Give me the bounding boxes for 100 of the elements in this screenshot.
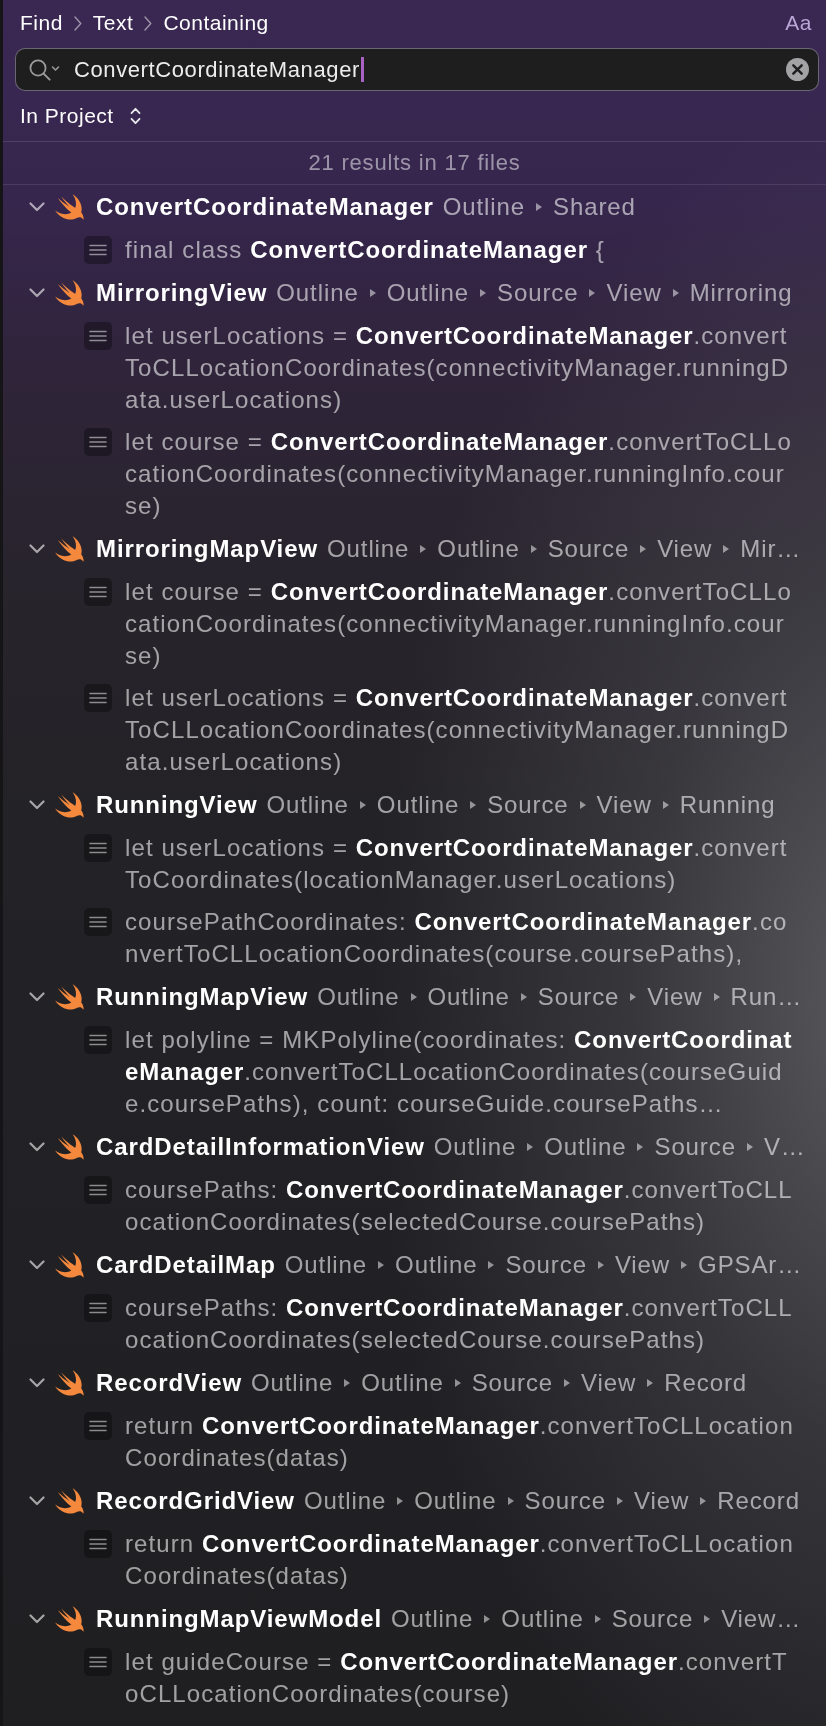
text-lines-icon — [84, 1294, 112, 1322]
triangle-right-icon — [713, 993, 720, 1001]
match-snippet[interactable]: coursePaths: ConvertCoordinateManager.convertToCLLocationCoordinates(selectedCourse.coursePaths) — [125, 1292, 796, 1356]
file-name[interactable]: MirroringMapView — [96, 533, 318, 565]
chevron-right-icon — [73, 15, 82, 31]
match-snippet[interactable]: let userLocations = ConvertCoordinateManager.convertToCLLocationCoordinates(connectivityManager.runningData.userLocations) — [125, 682, 796, 778]
path-label: Outline — [501, 1604, 584, 1634]
chevron-down-icon[interactable] — [29, 1142, 45, 1152]
triangle-right-icon — [617, 1497, 624, 1505]
triangle-right-icon — [662, 801, 669, 809]
path-label: Outline — [391, 1604, 474, 1634]
path-label: Mir… — [740, 534, 802, 564]
breadcrumb-item[interactable]: Text — [92, 10, 134, 36]
path-label: Outline — [250, 1368, 334, 1398]
chevron-down-icon[interactable] — [29, 1260, 45, 1270]
search-icon[interactable] — [29, 58, 60, 81]
path-label: Run… — [730, 982, 803, 1012]
path-label: Mirroring — [689, 278, 793, 308]
path-label: Running — [679, 790, 776, 820]
bird-icon — [55, 536, 84, 562]
path-label: Record — [664, 1368, 748, 1398]
triangle-right-icon — [672, 289, 679, 297]
match-case-button[interactable]: Aa — [785, 10, 812, 36]
text-lines-icon — [84, 1648, 112, 1676]
path-label: Outline — [276, 278, 359, 308]
breadcrumb-item[interactable]: Containing — [163, 10, 269, 36]
file-name[interactable]: RunningMapViewModel — [96, 1603, 382, 1635]
path-label: Source — [471, 1368, 554, 1398]
up-down-chevron-icon — [129, 107, 141, 125]
breadcrumb-item[interactable]: Find — [20, 10, 63, 36]
match-snippet[interactable]: let guideCourse = ConvertCoordinateManager.convertToCLLocationCoordinates(course) — [125, 1646, 796, 1710]
match-snippet[interactable]: final class ConvertCoordinateManager { — [125, 234, 796, 266]
file-name[interactable]: MirroringView — [96, 277, 268, 309]
text-lines-icon — [84, 1530, 112, 1558]
match-snippet[interactable]: return ConvertCoordinateManager.convertToCLLocationCoordinates(datas) — [125, 1410, 796, 1474]
file-name[interactable]: CardDetailMap — [96, 1249, 276, 1281]
chevron-down-icon[interactable] — [29, 202, 45, 212]
path-label: Outline — [395, 1250, 478, 1280]
chevron-down-icon[interactable] — [29, 992, 45, 1002]
path-label: View — [647, 982, 703, 1012]
file-name[interactable]: RunningView — [96, 789, 258, 821]
chevron-down-icon[interactable] — [29, 1614, 45, 1624]
file-name[interactable]: RunningMapView — [96, 981, 309, 1013]
file-name[interactable]: RecordGridView — [96, 1485, 295, 1517]
bird-icon — [55, 1606, 84, 1632]
file-name[interactable]: ConvertCoordinateManager — [96, 191, 434, 223]
bird-icon — [55, 194, 84, 220]
search-field[interactable]: ConvertCoordinateManager — [15, 48, 819, 91]
match-snippet[interactable]: let course = ConvertCoordinateManager.convertToCLLocationCoordinates(connectivityManager.runningInfo.course) — [125, 576, 796, 672]
chevron-down-icon[interactable] — [29, 1378, 45, 1388]
triangle-right-icon — [470, 801, 477, 809]
triangle-right-icon — [527, 1143, 534, 1151]
match-snippet[interactable]: let course = ConvertCoordinateManager.convertToCLLocationCoordinates(connectivityManager.runningInfo.course) — [125, 426, 796, 522]
scope-popup-button[interactable]: In Project — [20, 104, 141, 128]
triangle-right-icon — [536, 203, 542, 211]
path-label: Outline — [361, 1368, 444, 1398]
path-label: Source — [547, 534, 630, 564]
chevron-down-icon[interactable] — [29, 800, 45, 810]
match-snippet[interactable]: let userLocations = ConvertCoordinateManager.convertToCoordinates(locationManager.userLocations) — [125, 832, 796, 896]
path-label: Outline — [317, 982, 400, 1012]
triangle-right-icon — [723, 545, 730, 553]
path-label: Source — [505, 1250, 587, 1280]
path-label: GPSAr… — [698, 1250, 803, 1280]
match-snippet[interactable]: return ConvertCoordinateManager.convertToCLLocationCoordinates(datas) — [125, 1528, 796, 1592]
match-snippet[interactable]: coursePathCoordinates: ConvertCoordinateManager.convertToCLLocationCoordinates(course.coursePaths), — [125, 906, 796, 970]
triangle-right-icon — [637, 1143, 644, 1151]
path-label: View — [657, 534, 713, 564]
triangle-right-icon — [746, 1143, 753, 1151]
triangle-right-icon — [579, 801, 586, 809]
text-lines-icon — [84, 1026, 112, 1054]
text-lines-icon — [84, 428, 112, 456]
path-label: Outline — [433, 1132, 517, 1162]
path-label: View… — [721, 1604, 802, 1634]
triangle-right-icon — [480, 289, 486, 297]
match-snippet[interactable]: coursePaths: ConvertCoordinateManager.convertToCLLocationCoordinates(selectedCourse.coursePaths) — [125, 1174, 796, 1238]
text-lines-icon — [84, 578, 112, 606]
triangle-right-icon — [564, 1379, 571, 1387]
file-name[interactable]: RecordView — [96, 1367, 242, 1399]
triangle-right-icon — [454, 1379, 461, 1387]
triangle-right-icon — [369, 289, 376, 297]
path-label: View — [614, 1250, 671, 1280]
path-label: Source — [497, 278, 579, 308]
chevron-down-icon[interactable] — [29, 1496, 45, 1506]
chevron-down-icon[interactable] — [29, 544, 45, 554]
match-snippet[interactable]: let userLocations = ConvertCoordinateManager.convertToCLLocationCoordinates(connectivityManager.runningData.userLocations) — [125, 320, 796, 416]
clear-icon[interactable] — [786, 58, 809, 81]
path-label: Outline — [303, 1486, 387, 1516]
file-name[interactable]: CardDetailInformationView — [96, 1131, 425, 1163]
path-label: Outline — [386, 278, 469, 308]
triangle-right-icon — [520, 993, 527, 1001]
path-label: Outline — [442, 192, 525, 222]
text-lines-icon — [84, 684, 112, 712]
text-lines-icon — [84, 908, 112, 936]
path-label: Record — [717, 1486, 800, 1516]
text-lines-icon — [84, 236, 112, 264]
match-snippet[interactable]: let polyline = MKPolyline(coordinates: ConvertCoordinateManager.convertToCLLocationCoordinates(courseGuide.coursePaths), count: courseGuide.coursePaths… — [125, 1024, 796, 1120]
bird-icon — [55, 792, 84, 818]
text-lines-icon — [84, 1412, 112, 1440]
path-label: Shared — [553, 192, 636, 222]
chevron-down-icon[interactable] — [29, 288, 45, 298]
